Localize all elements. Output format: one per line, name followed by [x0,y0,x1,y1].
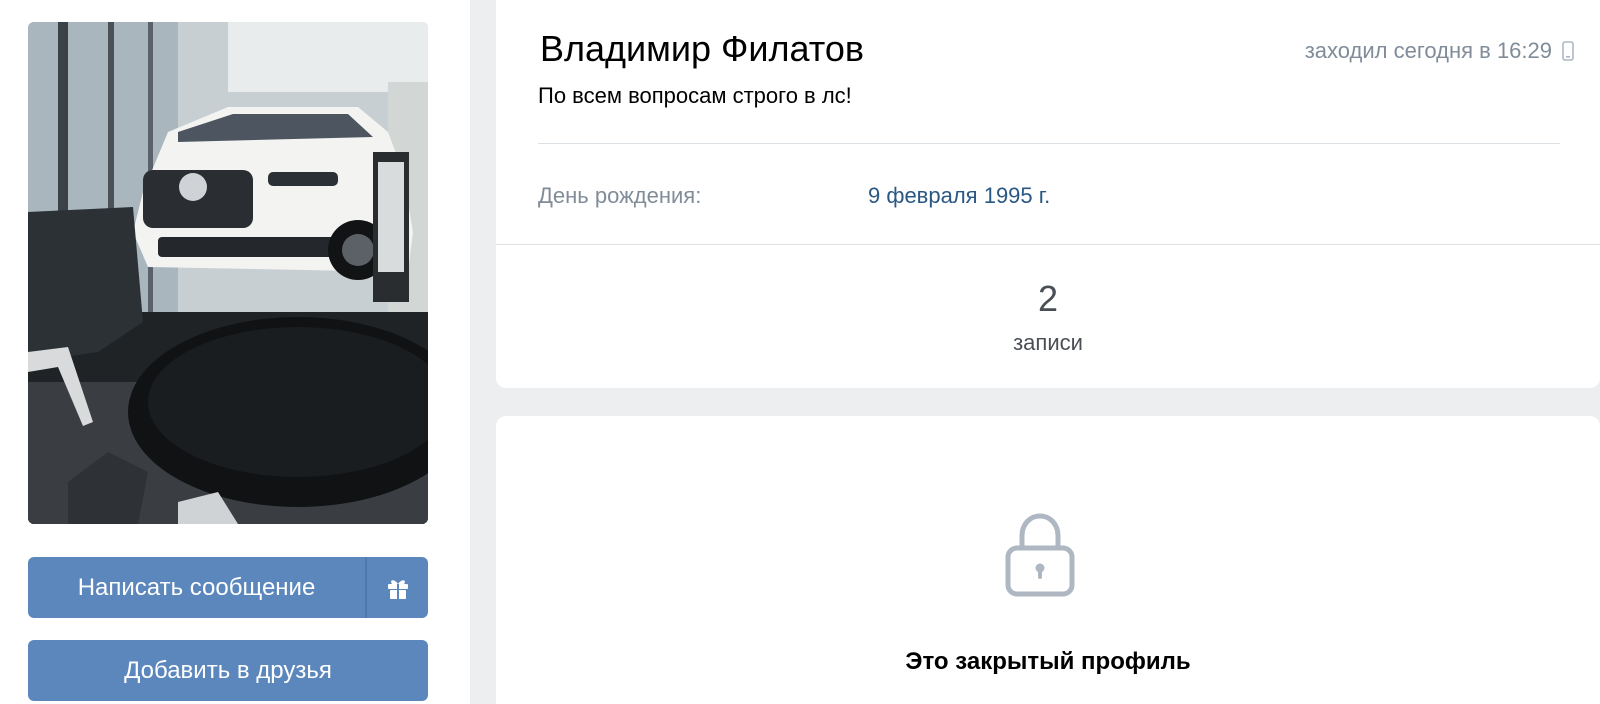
birthday-label: День рождения: [538,183,702,208]
last-seen-status: заходил сегодня в 16:29 [1305,38,1574,64]
profile-status: По всем вопросам строго в лс! [538,83,852,108]
car-showroom-photo [28,22,428,524]
birthday-value[interactable]: 9 февраля 1995 г. [868,183,1050,209]
closed-profile-card: Это закрытый профиль [496,416,1600,704]
profile-page: Написать сообщение Добавить в друзья Вла… [0,0,1600,704]
write-message-button[interactable]: Написать сообщение [28,557,365,618]
message-button-group: Написать сообщение [28,557,428,618]
mobile-phone-icon [1562,41,1574,61]
send-gift-button[interactable] [367,557,428,618]
profile-left-column: Написать сообщение Добавить в друзья [0,0,470,704]
add-friend-button[interactable]: Добавить в друзья [28,640,428,701]
posts-label: записи [1013,330,1083,355]
posts-counter[interactable]: 2 [496,278,1600,320]
lock-icon [1005,513,1075,597]
last-seen-text: заходил сегодня в 16:29 [1304,38,1552,63]
profile-info-card: Владимир Филатов заходил сегодня в 16:29… [496,0,1600,388]
profile-name: Владимир Филатов [540,28,864,69]
gift-icon [387,579,408,599]
divider [496,244,1600,245]
divider [538,143,1560,144]
closed-profile-text: Это закрытый профиль [905,648,1191,675]
profile-avatar-photo[interactable] [28,22,428,524]
posts-count: 2 [1037,278,1059,319]
